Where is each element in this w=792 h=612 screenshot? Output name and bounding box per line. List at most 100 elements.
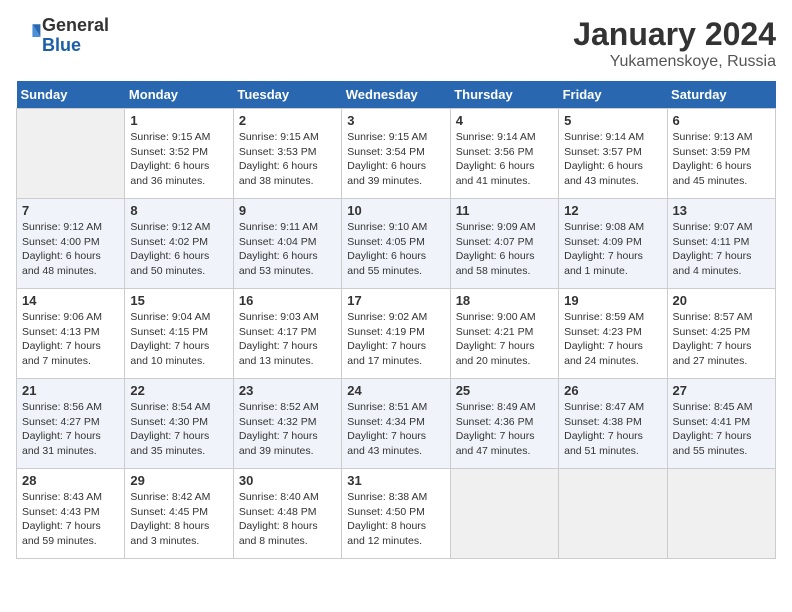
day-number: 25 (456, 383, 553, 398)
day-cell: 27 Sunrise: 8:45 AM Sunset: 4:41 PM Dayli… (667, 379, 775, 469)
day-info: Sunrise: 8:43 AM Sunset: 4:43 PM Dayligh… (22, 490, 119, 549)
day-info: Sunrise: 8:49 AM Sunset: 4:36 PM Dayligh… (456, 400, 553, 459)
week-row-2: 7 Sunrise: 9:12 AM Sunset: 4:00 PM Daylig… (17, 199, 776, 289)
day-cell: 29Sunrise: 8:42 AM Sunset: 4:45 PM Dayli… (125, 469, 233, 559)
day-info: Sunrise: 8:42 AM Sunset: 4:45 PM Dayligh… (130, 490, 227, 549)
day-number: 18 (456, 293, 553, 308)
day-cell (450, 469, 558, 559)
day-number: 14 (22, 293, 119, 308)
day-number: 28 (22, 473, 119, 488)
week-row-1: 1Sunrise: 9:15 AM Sunset: 3:52 PM Daylig… (17, 109, 776, 199)
day-info: Sunrise: 9:04 AM Sunset: 4:15 PM Dayligh… (130, 310, 227, 369)
column-header-thursday: Thursday (450, 81, 558, 109)
day-number: 8 (130, 203, 227, 218)
day-cell: 22 Sunrise: 8:54 AM Sunset: 4:30 PM Dayli… (125, 379, 233, 469)
day-cell: 21 Sunrise: 8:56 AM Sunset: 4:27 PM Dayli… (17, 379, 125, 469)
day-info: Sunrise: 8:59 AM Sunset: 4:23 PM Dayligh… (564, 310, 661, 369)
day-cell: 31Sunrise: 8:38 AM Sunset: 4:50 PM Dayli… (342, 469, 450, 559)
day-number: 27 (673, 383, 770, 398)
logo-text: General Blue (42, 16, 109, 56)
day-cell: 25 Sunrise: 8:49 AM Sunset: 4:36 PM Dayli… (450, 379, 558, 469)
day-cell: 12 Sunrise: 9:08 AM Sunset: 4:09 PM Dayli… (559, 199, 667, 289)
day-cell: 28 Sunrise: 8:43 AM Sunset: 4:43 PM Dayli… (17, 469, 125, 559)
day-cell: 3 Sunrise: 9:15 AM Sunset: 3:54 PM Daylig… (342, 109, 450, 199)
month-title: January 2024 (573, 16, 776, 53)
day-number: 22 (130, 383, 227, 398)
day-number: 20 (673, 293, 770, 308)
day-info: Sunrise: 9:03 AM Sunset: 4:17 PM Dayligh… (239, 310, 336, 369)
day-info: Sunrise: 8:51 AM Sunset: 4:34 PM Dayligh… (347, 400, 444, 459)
day-cell: 9 Sunrise: 9:11 AM Sunset: 4:04 PM Daylig… (233, 199, 341, 289)
day-info: Sunrise: 9:12 AM Sunset: 4:02 PM Dayligh… (130, 220, 227, 279)
day-number: 4 (456, 113, 553, 128)
day-cell: 18Sunrise: 9:00 AM Sunset: 4:21 PM Dayli… (450, 289, 558, 379)
day-number: 7 (22, 203, 119, 218)
day-number: 5 (564, 113, 661, 128)
column-header-friday: Friday (559, 81, 667, 109)
day-info: Sunrise: 9:12 AM Sunset: 4:00 PM Dayligh… (22, 220, 119, 279)
column-header-sunday: Sunday (17, 81, 125, 109)
day-cell: 17Sunrise: 9:02 AM Sunset: 4:19 PM Dayli… (342, 289, 450, 379)
day-info: Sunrise: 9:09 AM Sunset: 4:07 PM Dayligh… (456, 220, 553, 279)
day-number: 16 (239, 293, 336, 308)
day-cell: 5 Sunrise: 9:14 AM Sunset: 3:57 PM Daylig… (559, 109, 667, 199)
day-cell: 16 Sunrise: 9:03 AM Sunset: 4:17 PM Dayli… (233, 289, 341, 379)
day-info: Sunrise: 9:06 AM Sunset: 4:13 PM Dayligh… (22, 310, 119, 369)
day-info: Sunrise: 8:40 AM Sunset: 4:48 PM Dayligh… (239, 490, 336, 549)
day-cell: 26 Sunrise: 8:47 AM Sunset: 4:38 PM Dayli… (559, 379, 667, 469)
column-header-wednesday: Wednesday (342, 81, 450, 109)
day-cell: 11 Sunrise: 9:09 AM Sunset: 4:07 PM Dayli… (450, 199, 558, 289)
day-cell (17, 109, 125, 199)
day-cell: 13Sunrise: 9:07 AM Sunset: 4:11 PM Dayli… (667, 199, 775, 289)
day-info: Sunrise: 9:13 AM Sunset: 3:59 PM Dayligh… (673, 130, 770, 189)
day-number: 21 (22, 383, 119, 398)
day-cell: 8 Sunrise: 9:12 AM Sunset: 4:02 PM Daylig… (125, 199, 233, 289)
day-cell: 2 Sunrise: 9:15 AM Sunset: 3:53 PM Daylig… (233, 109, 341, 199)
title-block: January 2024 Yukamenskoye, Russia (573, 16, 776, 71)
day-number: 3 (347, 113, 444, 128)
day-number: 26 (564, 383, 661, 398)
page-header: General Blue January 2024 Yukamenskoye, … (16, 16, 776, 71)
day-cell: 10 Sunrise: 9:10 AM Sunset: 4:05 PM Dayli… (342, 199, 450, 289)
day-number: 11 (456, 203, 553, 218)
day-number: 2 (239, 113, 336, 128)
day-number: 6 (673, 113, 770, 128)
day-cell: 6 Sunrise: 9:13 AM Sunset: 3:59 PM Daylig… (667, 109, 775, 199)
day-cell: 30 Sunrise: 8:40 AM Sunset: 4:48 PM Dayli… (233, 469, 341, 559)
day-info: Sunrise: 9:14 AM Sunset: 3:57 PM Dayligh… (564, 130, 661, 189)
day-info: Sunrise: 9:02 AM Sunset: 4:19 PM Dayligh… (347, 310, 444, 369)
header-row: SundayMondayTuesdayWednesdayThursdayFrid… (17, 81, 776, 109)
week-row-4: 21 Sunrise: 8:56 AM Sunset: 4:27 PM Dayli… (17, 379, 776, 469)
day-info: Sunrise: 9:14 AM Sunset: 3:56 PM Dayligh… (456, 130, 553, 189)
day-info: Sunrise: 9:11 AM Sunset: 4:04 PM Dayligh… (239, 220, 336, 279)
day-number: 30 (239, 473, 336, 488)
day-number: 15 (130, 293, 227, 308)
day-info: Sunrise: 8:47 AM Sunset: 4:38 PM Dayligh… (564, 400, 661, 459)
calendar-table: SundayMondayTuesdayWednesdayThursdayFrid… (16, 81, 776, 559)
day-cell: 23 Sunrise: 8:52 AM Sunset: 4:32 PM Dayli… (233, 379, 341, 469)
week-row-5: 28 Sunrise: 8:43 AM Sunset: 4:43 PM Dayli… (17, 469, 776, 559)
day-number: 23 (239, 383, 336, 398)
column-header-tuesday: Tuesday (233, 81, 341, 109)
day-cell: 15 Sunrise: 9:04 AM Sunset: 4:15 PM Dayli… (125, 289, 233, 379)
day-info: Sunrise: 9:15 AM Sunset: 3:54 PM Dayligh… (347, 130, 444, 189)
day-number: 9 (239, 203, 336, 218)
day-info: Sunrise: 8:45 AM Sunset: 4:41 PM Dayligh… (673, 400, 770, 459)
day-info: Sunrise: 8:56 AM Sunset: 4:27 PM Dayligh… (22, 400, 119, 459)
day-info: Sunrise: 9:10 AM Sunset: 4:05 PM Dayligh… (347, 220, 444, 279)
day-number: 24 (347, 383, 444, 398)
day-info: Sunrise: 9:15 AM Sunset: 3:53 PM Dayligh… (239, 130, 336, 189)
day-info: Sunrise: 9:08 AM Sunset: 4:09 PM Dayligh… (564, 220, 661, 279)
day-info: Sunrise: 9:15 AM Sunset: 3:52 PM Dayligh… (130, 130, 227, 189)
day-info: Sunrise: 9:07 AM Sunset: 4:11 PM Dayligh… (673, 220, 770, 279)
day-info: Sunrise: 8:52 AM Sunset: 4:32 PM Dayligh… (239, 400, 336, 459)
day-cell: 1Sunrise: 9:15 AM Sunset: 3:52 PM Daylig… (125, 109, 233, 199)
day-number: 10 (347, 203, 444, 218)
day-cell: 14 Sunrise: 9:06 AM Sunset: 4:13 PM Dayli… (17, 289, 125, 379)
day-info: Sunrise: 8:54 AM Sunset: 4:30 PM Dayligh… (130, 400, 227, 459)
day-cell: 7 Sunrise: 9:12 AM Sunset: 4:00 PM Daylig… (17, 199, 125, 289)
location: Yukamenskoye, Russia (573, 53, 776, 71)
logo-icon (18, 21, 42, 45)
day-number: 12 (564, 203, 661, 218)
day-cell (559, 469, 667, 559)
